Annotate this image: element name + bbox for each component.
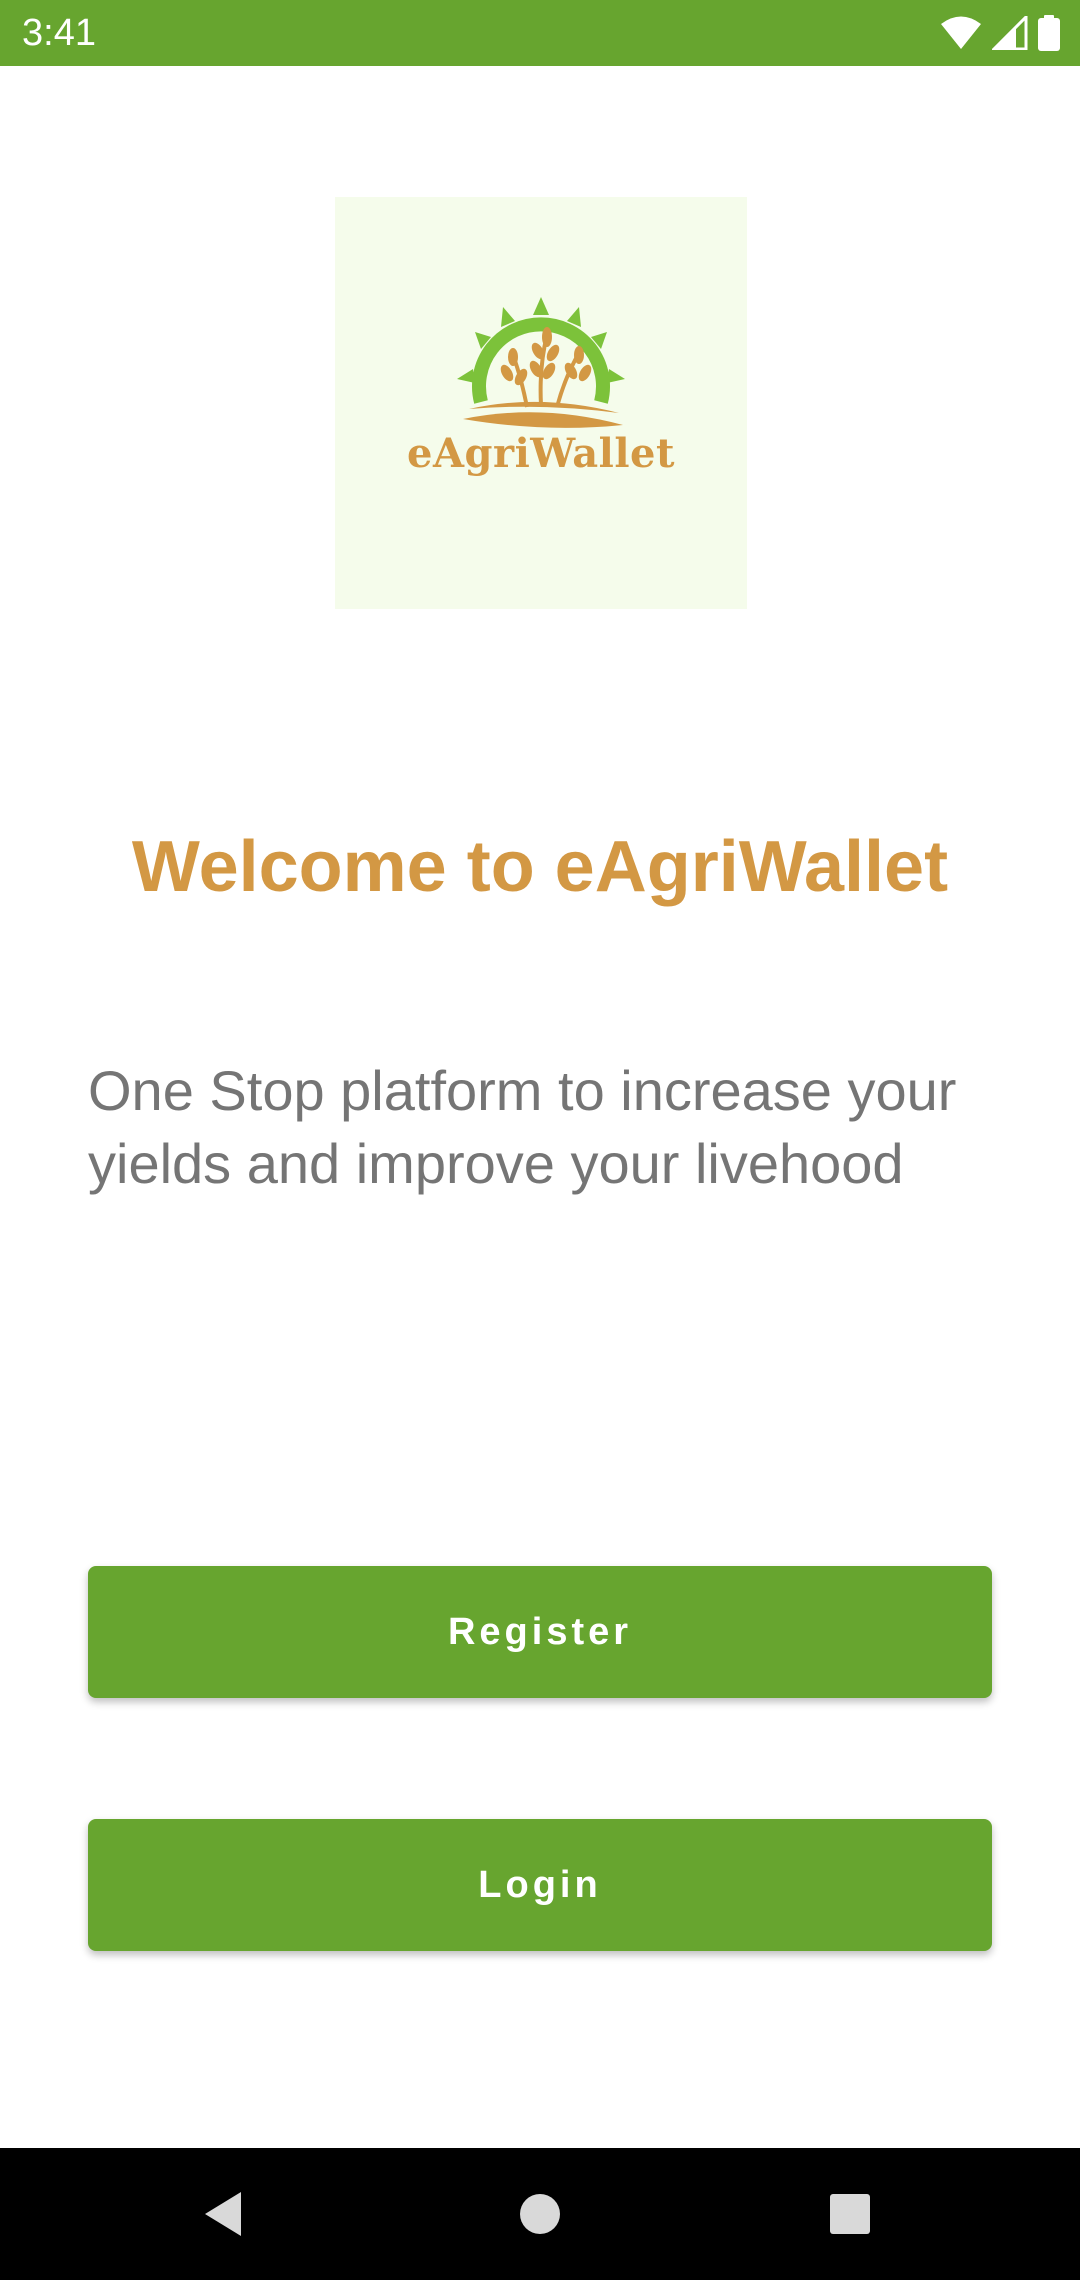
status-time: 3:41 — [22, 12, 96, 54]
battery-icon — [1038, 15, 1060, 51]
register-button[interactable]: Register — [88, 1566, 992, 1698]
tagline: One Stop platform to increase your yield… — [88, 1059, 957, 1195]
welcome-title: Welcome to eAgriWallet — [131, 827, 949, 907]
status-icons — [940, 14, 1060, 52]
back-icon[interactable] — [195, 2184, 255, 2244]
logo-wordmark: eAgriWallet — [407, 430, 675, 477]
status-bar: 3:41 — [0, 0, 1080, 66]
recents-icon[interactable] — [820, 2184, 880, 2244]
navigation-bar — [0, 2148, 1080, 2280]
cellular-signal-icon — [992, 16, 1028, 50]
app-logo: eAgriWallet — [335, 197, 747, 609]
login-button[interactable]: Login — [88, 1819, 992, 1951]
home-icon[interactable] — [510, 2184, 570, 2244]
wifi-icon — [940, 16, 982, 50]
